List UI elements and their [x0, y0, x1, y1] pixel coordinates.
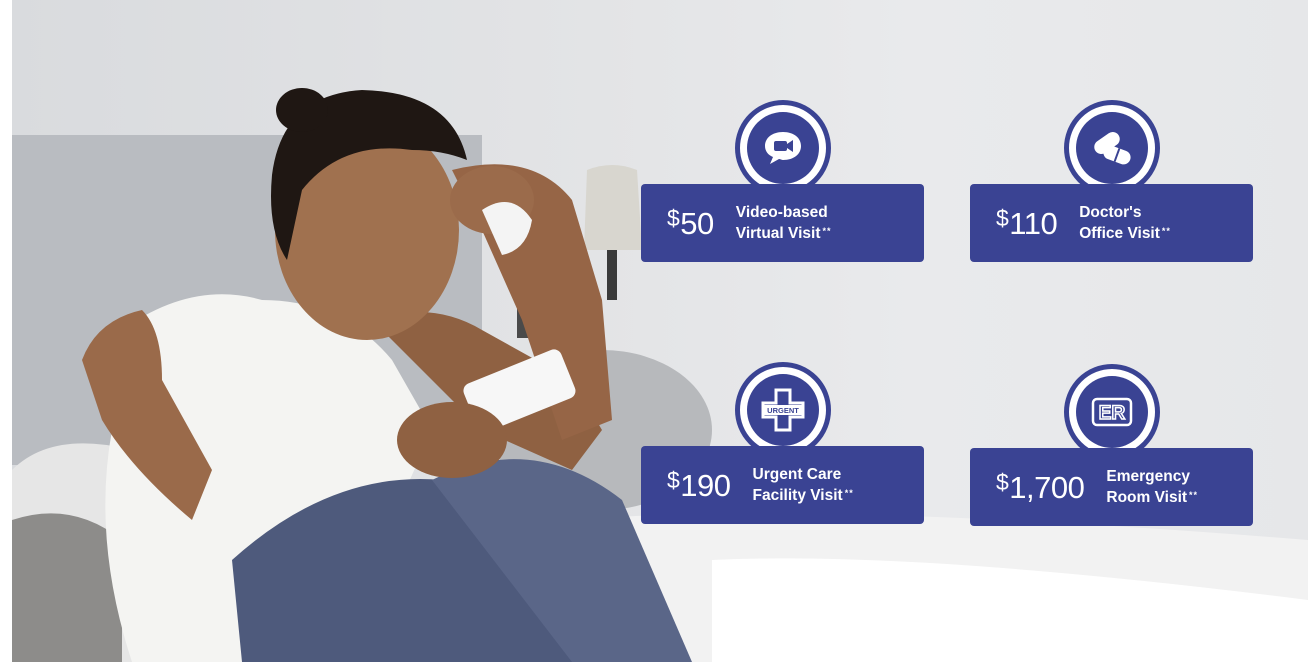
urgent-care-card: URGENT $190 Urgent Care Facility Visit **	[641, 362, 924, 524]
price-text: $50	[667, 204, 714, 241]
doctor-visit-card: $110 Doctor's Office Visit **	[970, 100, 1253, 262]
price-text: $110	[996, 204, 1058, 241]
doctor-visit-badge	[1063, 100, 1160, 196]
service-label: Emergency Room Visit **	[1106, 468, 1199, 506]
er-icon: ER	[1091, 397, 1132, 427]
emergency-room-badge: ER	[1063, 364, 1160, 460]
urgent-cross-icon: URGENT	[761, 388, 804, 432]
pills-icon	[1093, 131, 1131, 165]
service-label: Doctor's Office Visit **	[1079, 204, 1171, 242]
video-visit-badge	[734, 100, 831, 196]
service-label: Urgent Care Facility Visit **	[752, 466, 854, 504]
er-icon-text: ER	[1098, 403, 1125, 424]
price-text: $1,700	[996, 468, 1085, 505]
video-visit-card: $50 Video-based Virtual Visit **	[641, 100, 924, 262]
urgent-care-badge: URGENT	[734, 362, 831, 458]
service-label: Video-based Virtual Visit **	[735, 204, 832, 242]
hero-banner: $50 Video-based Virtual Visit ** $110 Do…	[12, 0, 1308, 662]
urgent-icon-text: URGENT	[767, 406, 799, 415]
price-text: $190	[667, 466, 731, 503]
emergency-room-card: ER $1,700 Emergency Room Visit **	[970, 364, 1253, 526]
video-chat-icon	[764, 132, 801, 164]
